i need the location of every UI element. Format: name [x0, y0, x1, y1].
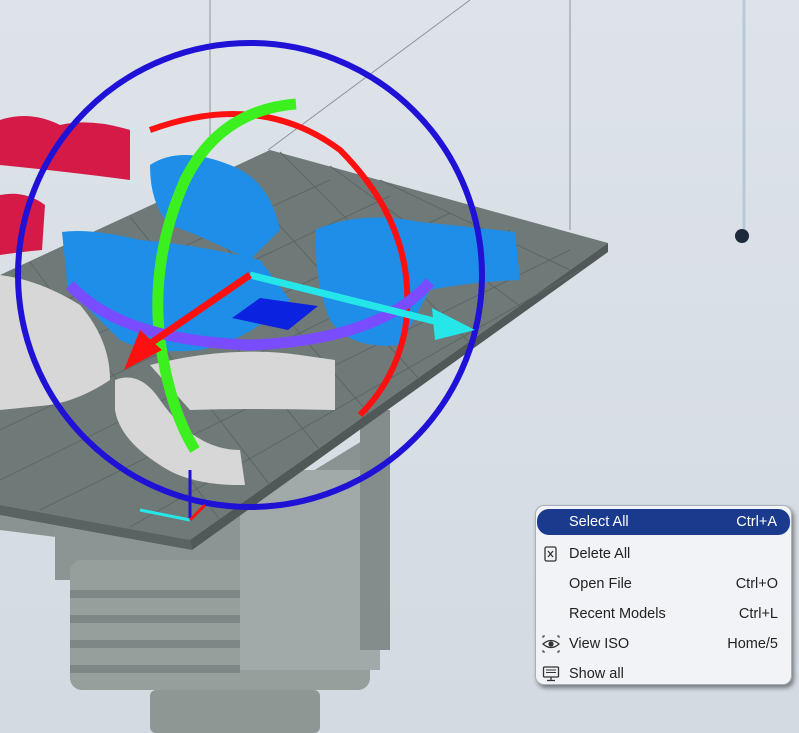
menu-item-label: View ISO: [569, 636, 630, 652]
layer-slider-knob: [735, 229, 749, 243]
menu-item-delete-all[interactable]: Delete All: [536, 539, 791, 569]
menu-item-label: Recent Models: [569, 606, 666, 622]
menu-item-label: Show all: [569, 666, 624, 682]
menu-item-label: Delete All: [569, 546, 631, 562]
menu-item-shortcut: Ctrl+O: [735, 576, 778, 592]
menu-item-show-all[interactable]: Show all: [536, 659, 791, 689]
context-menu: Select All Ctrl+A Delete All Open File C…: [535, 505, 792, 685]
menu-item-select-all[interactable]: Select All Ctrl+A: [537, 509, 790, 535]
menu-item-label: Open File: [569, 576, 632, 592]
menu-item-shortcut: Ctrl+L: [738, 606, 778, 622]
delete-icon: [542, 545, 560, 563]
menu-item-open-file[interactable]: Open File Ctrl+O: [536, 569, 791, 599]
menu-item-recent-models[interactable]: Recent Models Ctrl+L: [536, 599, 791, 629]
menu-item-shortcut: Home/5: [727, 636, 778, 652]
layer-slider[interactable]: [735, 0, 749, 243]
menu-item-label: Select All: [569, 514, 629, 530]
eye-icon: [542, 635, 560, 653]
menu-item-shortcut: Ctrl+A: [736, 514, 777, 530]
menu-item-view-iso[interactable]: View ISO Home/5: [536, 629, 791, 659]
monitor-icon: [542, 665, 560, 683]
3d-viewport[interactable]: Select All Ctrl+A Delete All Open File C…: [0, 0, 799, 733]
